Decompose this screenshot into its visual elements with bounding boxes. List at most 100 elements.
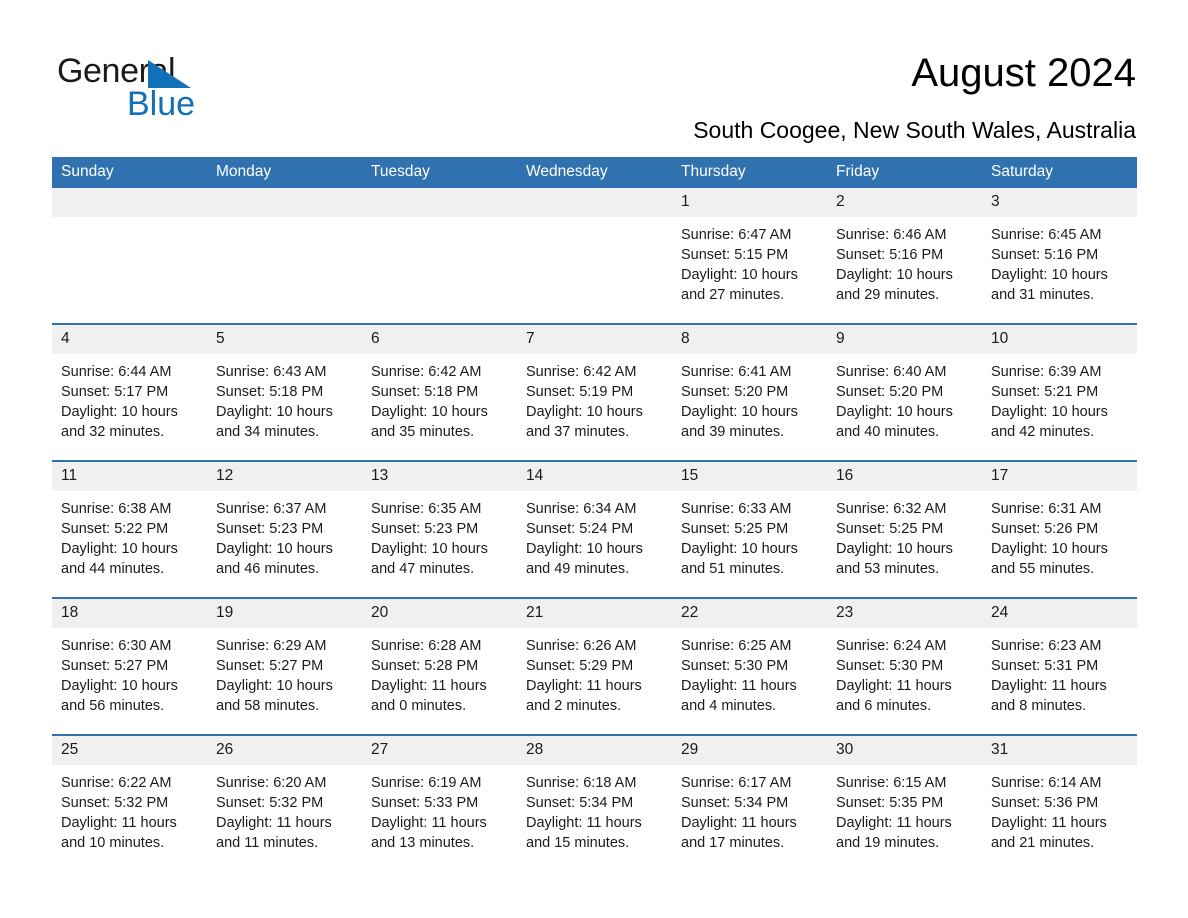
calendar-day-cell[interactable]: 16 Sunrise: 6:32 AM Sunset: 5:25 PM Dayligh…	[827, 460, 982, 598]
daylight-duration-line2: and 56 minutes.	[61, 698, 165, 714]
sunset-time: Sunset: 5:25 PM	[681, 521, 789, 537]
calendar-day-cell[interactable]: 20 Sunrise: 6:28 AM Sunset: 5:28 PM Dayligh…	[362, 597, 517, 735]
calendar-day-cell[interactable]: 31 Sunrise: 6:14 AM Sunset: 5:36 PM Dayligh…	[982, 734, 1137, 871]
sunrise-time: Sunrise: 6:37 AM	[216, 501, 327, 517]
calendar-day-cell[interactable]: 19 Sunrise: 6:29 AM Sunset: 5:27 PM Dayligh…	[207, 597, 362, 735]
day-details: Sunrise: 6:33 AM Sunset: 5:25 PM Daylight:…	[672, 491, 827, 579]
day-details: Sunrise: 6:23 AM Sunset: 5:31 PM Daylight:…	[982, 628, 1137, 716]
sunrise-time: Sunrise: 6:29 AM	[216, 638, 327, 654]
calendar-day-cell[interactable]: 22 Sunrise: 6:25 AM Sunset: 5:30 PM Dayligh…	[672, 597, 827, 735]
day-number	[207, 188, 362, 217]
day-number: 29	[672, 736, 827, 765]
daylight-duration-line2: and 17 minutes.	[681, 835, 785, 851]
calendar-day-cell[interactable]: 2 Sunrise: 6:46 AM Sunset: 5:16 PM Daylight…	[827, 188, 982, 324]
calendar-day-cell[interactable]: 26 Sunrise: 6:20 AM Sunset: 5:32 PM Dayligh…	[207, 734, 362, 871]
calendar-day-cell[interactable]: 10 Sunrise: 6:39 AM Sunset: 5:21 PM Dayligh…	[982, 323, 1137, 461]
calendar-day-cell[interactable]: 4 Sunrise: 6:44 AM Sunset: 5:17 PM Daylight…	[52, 323, 207, 461]
day-details: Sunrise: 6:15 AM Sunset: 5:35 PM Daylight:…	[827, 765, 982, 853]
day-cell-inner: 11 Sunrise: 6:38 AM Sunset: 5:22 PM Dayligh…	[52, 462, 207, 595]
sunset-time: Sunset: 5:28 PM	[371, 658, 479, 674]
daylight-duration-line1: Daylight: 10 hours	[216, 404, 333, 420]
daylight-duration-line2: and 37 minutes.	[526, 424, 630, 440]
sunrise-time: Sunrise: 6:45 AM	[991, 227, 1102, 243]
daylight-duration-line2: and 40 minutes.	[836, 424, 940, 440]
calendar-day-cell[interactable]: 28 Sunrise: 6:18 AM Sunset: 5:34 PM Dayligh…	[517, 734, 672, 871]
day-number: 13	[362, 462, 517, 491]
calendar-day-cell[interactable]: 8 Sunrise: 6:41 AM Sunset: 5:20 PM Daylight…	[672, 323, 827, 461]
calendar-day-cell[interactable]: 27 Sunrise: 6:19 AM Sunset: 5:33 PM Dayligh…	[362, 734, 517, 871]
calendar-day-cell[interactable]: 25 Sunrise: 6:22 AM Sunset: 5:32 PM Dayligh…	[52, 734, 207, 871]
day-number: 31	[982, 736, 1137, 765]
day-number: 11	[52, 462, 207, 491]
daylight-duration-line1: Daylight: 10 hours	[526, 404, 643, 420]
sunset-time: Sunset: 5:18 PM	[371, 384, 479, 400]
day-details: Sunrise: 6:22 AM Sunset: 5:32 PM Daylight:…	[52, 765, 207, 853]
sunrise-sunset-calendar-table: Sunday Monday Tuesday Wednesday Thursday…	[52, 157, 1137, 871]
sunset-time: Sunset: 5:21 PM	[991, 384, 1099, 400]
calendar-week-row: 25 Sunrise: 6:22 AM Sunset: 5:32 PM Dayligh…	[52, 734, 1137, 871]
day-number: 19	[207, 599, 362, 628]
calendar-day-cell[interactable]: 15 Sunrise: 6:33 AM Sunset: 5:25 PM Dayligh…	[672, 460, 827, 598]
calendar-day-cell[interactable]: 23 Sunrise: 6:24 AM Sunset: 5:30 PM Dayligh…	[827, 597, 982, 735]
daylight-duration-line1: Daylight: 10 hours	[61, 404, 178, 420]
day-cell-inner: 15 Sunrise: 6:33 AM Sunset: 5:25 PM Dayligh…	[672, 462, 827, 595]
day-details: Sunrise: 6:34 AM Sunset: 5:24 PM Daylight:…	[517, 491, 672, 579]
day-cell-inner: 14 Sunrise: 6:34 AM Sunset: 5:24 PM Dayligh…	[517, 462, 672, 595]
day-cell-inner: 8 Sunrise: 6:41 AM Sunset: 5:20 PM Daylight…	[672, 325, 827, 458]
daylight-duration-line1: Daylight: 10 hours	[216, 678, 333, 694]
day-cell-inner: 24 Sunrise: 6:23 AM Sunset: 5:31 PM Dayligh…	[982, 599, 1137, 732]
calendar-day-cell[interactable]: 1 Sunrise: 6:47 AM Sunset: 5:15 PM Daylight…	[672, 188, 827, 324]
sunset-time: Sunset: 5:27 PM	[61, 658, 169, 674]
sunset-time: Sunset: 5:30 PM	[681, 658, 789, 674]
day-details: Sunrise: 6:28 AM Sunset: 5:28 PM Daylight:…	[362, 628, 517, 716]
calendar-day-cell[interactable]: 9 Sunrise: 6:40 AM Sunset: 5:20 PM Daylight…	[827, 323, 982, 461]
sunset-time: Sunset: 5:20 PM	[836, 384, 944, 400]
day-cell-inner: 26 Sunrise: 6:20 AM Sunset: 5:32 PM Dayligh…	[207, 736, 362, 869]
day-cell-inner: 9 Sunrise: 6:40 AM Sunset: 5:20 PM Daylight…	[827, 325, 982, 458]
day-number: 2	[827, 188, 982, 217]
day-details: Sunrise: 6:42 AM Sunset: 5:19 PM Daylight:…	[517, 354, 672, 442]
sunrise-time: Sunrise: 6:23 AM	[991, 638, 1102, 654]
sunset-time: Sunset: 5:31 PM	[991, 658, 1099, 674]
day-number: 25	[52, 736, 207, 765]
calendar-day-cell[interactable]: 21 Sunrise: 6:26 AM Sunset: 5:29 PM Dayligh…	[517, 597, 672, 735]
calendar-day-cell-empty	[52, 188, 207, 324]
sunrise-time: Sunrise: 6:17 AM	[681, 775, 792, 791]
sunrise-time: Sunrise: 6:42 AM	[371, 364, 482, 380]
daylight-duration-line1: Daylight: 10 hours	[526, 541, 643, 557]
calendar-day-cell[interactable]: 11 Sunrise: 6:38 AM Sunset: 5:22 PM Dayligh…	[52, 460, 207, 598]
sunset-time: Sunset: 5:15 PM	[681, 247, 789, 263]
daylight-duration-line2: and 21 minutes.	[991, 835, 1095, 851]
sunset-time: Sunset: 5:17 PM	[61, 384, 169, 400]
day-cell-inner: 23 Sunrise: 6:24 AM Sunset: 5:30 PM Dayligh…	[827, 599, 982, 732]
calendar-day-cell[interactable]: 18 Sunrise: 6:30 AM Sunset: 5:27 PM Dayligh…	[52, 597, 207, 735]
sunrise-time: Sunrise: 6:39 AM	[991, 364, 1102, 380]
calendar-day-cell[interactable]: 7 Sunrise: 6:42 AM Sunset: 5:19 PM Daylight…	[517, 323, 672, 461]
calendar-day-cell[interactable]: 14 Sunrise: 6:34 AM Sunset: 5:24 PM Dayligh…	[517, 460, 672, 598]
calendar-day-cell[interactable]: 13 Sunrise: 6:35 AM Sunset: 5:23 PM Dayligh…	[362, 460, 517, 598]
sunrise-time: Sunrise: 6:28 AM	[371, 638, 482, 654]
calendar-day-cell[interactable]: 3 Sunrise: 6:45 AM Sunset: 5:16 PM Daylight…	[982, 188, 1137, 324]
day-number: 1	[672, 188, 827, 217]
daylight-duration-line2: and 39 minutes.	[681, 424, 785, 440]
calendar-day-cell[interactable]: 30 Sunrise: 6:15 AM Sunset: 5:35 PM Dayligh…	[827, 734, 982, 871]
day-number: 24	[982, 599, 1137, 628]
day-details: Sunrise: 6:31 AM Sunset: 5:26 PM Daylight:…	[982, 491, 1137, 579]
calendar-day-cell[interactable]: 12 Sunrise: 6:37 AM Sunset: 5:23 PM Dayligh…	[207, 460, 362, 598]
day-details: Sunrise: 6:40 AM Sunset: 5:20 PM Daylight:…	[827, 354, 982, 442]
daylight-duration-line1: Daylight: 10 hours	[681, 404, 798, 420]
calendar-day-cell[interactable]: 17 Sunrise: 6:31 AM Sunset: 5:26 PM Dayligh…	[982, 460, 1137, 598]
logo-triangle-icon	[148, 60, 191, 88]
calendar-day-cell[interactable]: 5 Sunrise: 6:43 AM Sunset: 5:18 PM Daylight…	[207, 323, 362, 461]
calendar-day-cell[interactable]: 29 Sunrise: 6:17 AM Sunset: 5:34 PM Dayligh…	[672, 734, 827, 871]
daylight-duration-line1: Daylight: 11 hours	[61, 815, 177, 831]
day-number: 5	[207, 325, 362, 354]
calendar-day-cell[interactable]: 6 Sunrise: 6:42 AM Sunset: 5:18 PM Daylight…	[362, 323, 517, 461]
daylight-duration-line1: Daylight: 11 hours	[991, 678, 1107, 694]
generalblue-logo[interactable]: General Blue	[57, 52, 307, 123]
daylight-duration-line1: Daylight: 10 hours	[216, 541, 333, 557]
sunset-time: Sunset: 5:24 PM	[526, 521, 634, 537]
calendar-day-cell[interactable]: 24 Sunrise: 6:23 AM Sunset: 5:31 PM Dayligh…	[982, 597, 1137, 735]
sunrise-time: Sunrise: 6:42 AM	[526, 364, 637, 380]
calendar-day-cell-empty	[517, 188, 672, 324]
